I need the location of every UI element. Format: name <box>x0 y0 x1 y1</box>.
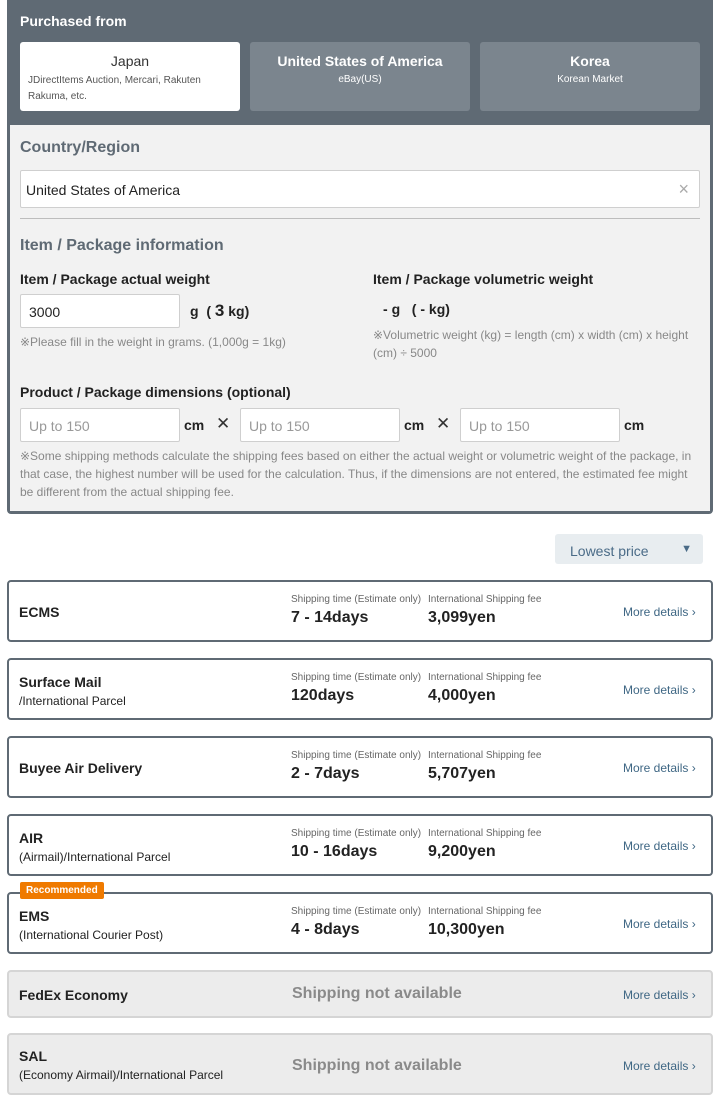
shipping-fee-label: International Shipping fee <box>428 828 542 839</box>
shipping-method-name: Surface Mail <box>19 674 102 690</box>
tab-korea-sub: Korean Market <box>557 74 623 85</box>
length-unit: cm <box>184 417 205 433</box>
item-info-title: Item / Package information <box>20 237 224 254</box>
shipping-method-sub: (International Courier Post) <box>19 928 164 942</box>
shipping-time-value: 2 - 7days <box>291 765 360 782</box>
clear-icon[interactable]: × <box>678 179 689 200</box>
shipping-time-label: Shipping time (Estimate only) <box>291 672 422 683</box>
volumetric-weight-value: - <box>383 301 388 317</box>
actual-weight-readout: g ( 3 kg) <box>190 301 249 321</box>
recommended-badge: Recommended <box>20 882 104 899</box>
shipping-fee-label: International Shipping fee <box>428 906 542 917</box>
shipping-fee-label: International Shipping fee <box>428 750 542 761</box>
purchased-from-title: Purchased from <box>20 13 127 29</box>
tab-japan-name: Japan <box>110 53 150 69</box>
shipping-form: Country/Region United States of America … <box>10 125 710 511</box>
tab-korea-name: Korea <box>570 53 610 69</box>
shipping-method-name: AIR <box>19 830 44 846</box>
actual-weight-kg-open: ( <box>206 303 212 319</box>
volumetric-weight-label: Item / Package volumetric weight <box>373 271 594 287</box>
volumetric-weight-unit: g <box>391 301 401 317</box>
shipping-not-available: Shipping not available <box>292 1057 462 1074</box>
shipping-fee-value: 5,707yen <box>428 765 496 782</box>
shipping-method-buyee-air-delivery[interactable]: Buyee Air Delivery Shipping time (Estima… <box>7 736 713 798</box>
more-details-link[interactable]: More details › <box>623 1059 696 1073</box>
more-details-link[interactable]: More details › <box>623 761 696 775</box>
times-icon: ✕ <box>436 414 451 433</box>
shipping-method-ems[interactable]: Recommended EMS (International Courier P… <box>7 882 713 954</box>
volumetric-weight-kg: - <box>420 301 426 317</box>
tab-korea[interactable]: Korea Korean Market <box>480 42 700 111</box>
volumetric-weight-kg-open: ( <box>411 301 417 317</box>
shipping-method-sal[interactable]: SAL (Economy Airmail)/International Parc… <box>7 1033 713 1095</box>
more-details-link[interactable]: More details › <box>623 988 696 1002</box>
tab-united-states[interactable]: United States of America eBay(US) <box>250 42 470 111</box>
shipping-fee-value: 4,000yen <box>428 687 496 704</box>
more-details-link[interactable]: More details › <box>623 917 696 931</box>
dimensions-note: ※Some shipping methods calculate the shi… <box>20 449 692 499</box>
shipping-fee-value: 9,200yen <box>428 843 496 860</box>
actual-weight-label: Item / Package actual weight <box>20 271 210 287</box>
shipping-method-surface-mail[interactable]: Surface Mail /International Parcel Shipp… <box>7 658 713 720</box>
shipping-time-label: Shipping time (Estimate only) <box>291 906 422 917</box>
actual-weight-field[interactable]: 3000 <box>20 294 180 328</box>
actual-weight-hint: ※Please fill in the weight in grams. (1,… <box>20 335 286 349</box>
purchased-from-panel: Purchased from Japan JDirectItems Auctio… <box>7 0 713 514</box>
shipping-time-label: Shipping time (Estimate only) <box>291 594 422 605</box>
tab-japan-sub: JDirectItems Auction, Mercari, Rakuten R… <box>28 75 201 102</box>
shipping-time-value: 7 - 14days <box>291 609 369 626</box>
shipping-fee-value: 3,099yen <box>428 609 496 626</box>
height-unit: cm <box>624 417 645 433</box>
shipping-fee-label: International Shipping fee <box>428 594 542 605</box>
sort-value: Lowest price <box>570 543 649 559</box>
tab-united-states-name: United States of America <box>277 53 443 69</box>
shipping-fee-label: International Shipping fee <box>428 672 542 683</box>
shipping-time-value: 120days <box>291 687 355 704</box>
more-details-link[interactable]: More details › <box>623 683 696 697</box>
actual-weight-kg-close: kg) <box>228 303 250 319</box>
divider <box>20 218 700 219</box>
times-icon: ✕ <box>216 414 231 433</box>
more-details-link[interactable]: More details › <box>623 605 696 619</box>
shipping-method-name: Buyee Air Delivery <box>19 760 143 776</box>
tab-japan[interactable]: Japan JDirectItems Auction, Mercari, Rak… <box>20 42 240 111</box>
volumetric-weight-hint: ※Volumetric weight (kg) = length (cm) x … <box>373 328 689 360</box>
shipping-method-ecms[interactable]: ECMS Shipping time (Estimate only) 7 - 1… <box>7 580 713 642</box>
length-field[interactable]: Up to 150 <box>20 408 180 442</box>
tab-united-states-sub: eBay(US) <box>338 74 382 85</box>
shipping-method-name: ECMS <box>19 604 60 620</box>
height-field[interactable]: Up to 150 <box>460 408 620 442</box>
shipping-method-name: FedEx Economy <box>19 987 128 1003</box>
shipping-not-available: Shipping not available <box>292 985 462 1002</box>
country-title: Country/Region <box>20 139 140 156</box>
chevron-down-icon: ▼ <box>681 543 692 555</box>
shipping-method-fedex-economy[interactable]: FedEx Economy Shipping not available Mor… <box>7 970 713 1018</box>
shipping-method-air[interactable]: AIR (Airmail)/International Parcel Shipp… <box>7 814 713 876</box>
actual-weight-unit: g <box>190 303 199 319</box>
shipping-method-name: SAL <box>19 1048 47 1064</box>
sort-select[interactable]: Lowest price ▼ <box>555 534 703 564</box>
shipping-method-sub: (Economy Airmail)/International Parcel <box>19 1068 224 1082</box>
country-value: United States of America <box>26 182 181 198</box>
dimensions-label: Product / Package dimensions (optional) <box>20 384 291 400</box>
country-field[interactable]: United States of America × <box>20 170 700 208</box>
more-details-link[interactable]: More details › <box>623 839 696 853</box>
volumetric-weight-readout: - g ( - kg) <box>383 301 450 317</box>
shipping-time-label: Shipping time (Estimate only) <box>291 828 422 839</box>
shipping-method-sub: (Airmail)/International Parcel <box>19 850 171 864</box>
shipping-method-name: EMS <box>19 908 50 924</box>
width-unit: cm <box>404 417 425 433</box>
shipping-time-label: Shipping time (Estimate only) <box>291 750 422 761</box>
width-field[interactable]: Up to 150 <box>240 408 400 442</box>
shipping-time-value: 10 - 16days <box>291 843 378 860</box>
actual-weight-kg: 3 <box>214 301 225 320</box>
shipping-method-sub: /International Parcel <box>19 694 126 708</box>
volumetric-weight-kg-close: kg) <box>428 301 450 317</box>
shipping-fee-value: 10,300yen <box>428 921 505 938</box>
shipping-time-value: 4 - 8days <box>291 921 360 938</box>
